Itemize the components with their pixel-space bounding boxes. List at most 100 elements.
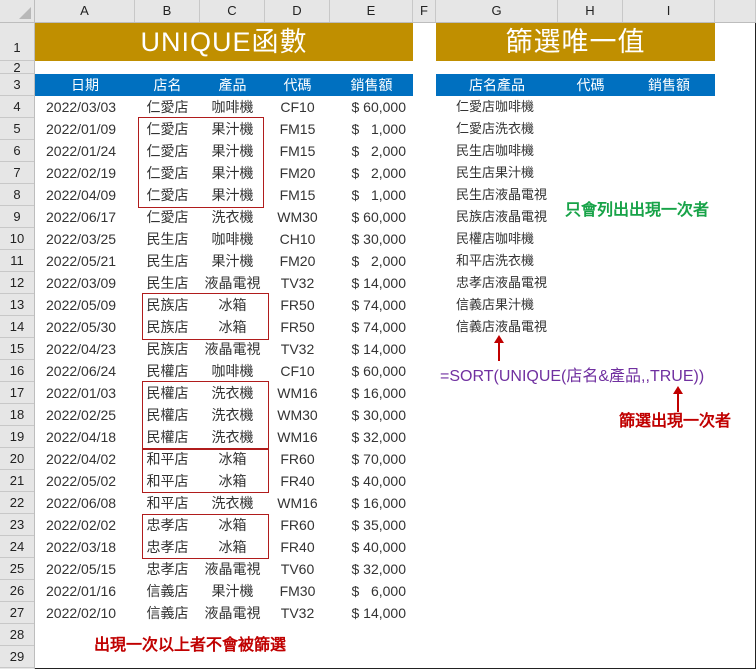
row-header-14[interactable]: 14 (0, 316, 34, 338)
date-cell[interactable]: 2022/03/25 (46, 228, 136, 250)
product-cell[interactable]: 液晶電視 (200, 602, 265, 624)
code-cell[interactable]: FM30 (265, 580, 330, 602)
code-cell[interactable]: FM15 (265, 140, 330, 162)
select-all-button[interactable] (0, 0, 35, 22)
date-cell[interactable]: 2022/01/24 (46, 140, 136, 162)
row-header-12[interactable]: 12 (0, 272, 34, 294)
store-cell[interactable]: 仁愛店 (135, 206, 200, 228)
code-cell[interactable]: WM16 (265, 382, 330, 404)
unique-item[interactable]: 民族店液晶電視 (456, 206, 547, 228)
column-header-D[interactable]: D (265, 0, 330, 22)
column-header-I[interactable]: I (623, 0, 715, 22)
date-cell[interactable]: 2022/04/09 (46, 184, 136, 206)
row-header-17[interactable]: 17 (0, 382, 34, 404)
product-cell[interactable]: 洗衣機 (200, 492, 265, 514)
store-cell[interactable]: 民生店 (135, 228, 200, 250)
date-cell[interactable]: 2022/02/02 (46, 514, 136, 536)
row-header-20[interactable]: 20 (0, 448, 34, 470)
code-cell[interactable]: WM16 (265, 426, 330, 448)
sales-cell[interactable]: $ 40,000 (330, 536, 407, 558)
product-cell[interactable]: 咖啡機 (200, 360, 265, 382)
sales-cell[interactable]: $ 14,000 (330, 272, 407, 294)
column-header-B[interactable]: B (135, 0, 200, 22)
product-cell[interactable]: 液晶電視 (200, 558, 265, 580)
row-header-27[interactable]: 27 (0, 602, 34, 624)
row-header-1[interactable]: 1 (0, 23, 34, 61)
row-header-29[interactable]: 29 (0, 646, 34, 668)
code-cell[interactable]: CF10 (265, 360, 330, 382)
row-header-10[interactable]: 10 (0, 228, 34, 250)
sales-cell[interactable]: $ 30,000 (330, 404, 407, 426)
sales-cell[interactable]: $ 60,000 (330, 206, 407, 228)
code-cell[interactable]: FR50 (265, 294, 330, 316)
date-cell[interactable]: 2022/02/10 (46, 602, 136, 624)
date-cell[interactable]: 2022/02/25 (46, 404, 136, 426)
sales-cell[interactable]: $ 6,000 (330, 580, 407, 602)
sales-cell[interactable]: $ 1,000 (330, 118, 407, 140)
store-cell[interactable]: 仁愛店 (135, 96, 200, 118)
date-cell[interactable]: 2022/03/03 (46, 96, 136, 118)
code-cell[interactable]: CF10 (265, 96, 330, 118)
unique-item[interactable]: 民生店液晶電視 (456, 184, 547, 206)
sales-cell[interactable]: $ 35,000 (330, 514, 407, 536)
row-header-8[interactable]: 8 (0, 184, 34, 206)
sales-cell[interactable]: $ 2,000 (330, 162, 407, 184)
date-cell[interactable]: 2022/02/19 (46, 162, 136, 184)
sales-cell[interactable]: $ 74,000 (330, 294, 407, 316)
row-header-2[interactable]: 2 (0, 61, 34, 74)
date-cell[interactable]: 2022/05/30 (46, 316, 136, 338)
row-header-5[interactable]: 5 (0, 118, 34, 140)
date-cell[interactable]: 2022/05/02 (46, 470, 136, 492)
row-header-19[interactable]: 19 (0, 426, 34, 448)
date-cell[interactable]: 2022/06/08 (46, 492, 136, 514)
date-cell[interactable]: 2022/01/09 (46, 118, 136, 140)
product-cell[interactable]: 咖啡機 (200, 228, 265, 250)
code-cell[interactable]: WM16 (265, 492, 330, 514)
sales-cell[interactable]: $ 32,000 (330, 558, 407, 580)
store-cell[interactable]: 和平店 (135, 492, 200, 514)
row-header-22[interactable]: 22 (0, 492, 34, 514)
row-header-15[interactable]: 15 (0, 338, 34, 360)
sales-cell[interactable]: $ 14,000 (330, 602, 407, 624)
unique-item[interactable]: 仁愛店咖啡機 (456, 96, 534, 118)
sales-cell[interactable]: $ 14,000 (330, 338, 407, 360)
sales-cell[interactable]: $ 2,000 (330, 250, 407, 272)
row-header-28[interactable]: 28 (0, 624, 34, 646)
store-cell[interactable]: 信義店 (135, 602, 200, 624)
column-header-F[interactable]: F (413, 0, 436, 22)
store-cell[interactable]: 信義店 (135, 580, 200, 602)
product-cell[interactable]: 果汁機 (200, 580, 265, 602)
product-cell[interactable]: 果汁機 (200, 250, 265, 272)
product-cell[interactable]: 洗衣機 (200, 206, 265, 228)
column-header-G[interactable]: G (436, 0, 558, 22)
code-cell[interactable]: WM30 (265, 206, 330, 228)
unique-item[interactable]: 民生店咖啡機 (456, 140, 534, 162)
code-cell[interactable]: FR40 (265, 536, 330, 558)
row-header-23[interactable]: 23 (0, 514, 34, 536)
date-cell[interactable]: 2022/06/17 (46, 206, 136, 228)
code-cell[interactable]: TV32 (265, 338, 330, 360)
column-header-E[interactable]: E (330, 0, 413, 22)
date-cell[interactable]: 2022/03/09 (46, 272, 136, 294)
code-cell[interactable]: FM15 (265, 118, 330, 140)
column-header-A[interactable]: A (35, 0, 135, 22)
code-cell[interactable]: FR60 (265, 448, 330, 470)
row-header-16[interactable]: 16 (0, 360, 34, 382)
sales-cell[interactable]: $ 16,000 (330, 382, 407, 404)
store-cell[interactable]: 民生店 (135, 272, 200, 294)
row-header-13[interactable]: 13 (0, 294, 34, 316)
code-cell[interactable]: FM20 (265, 162, 330, 184)
unique-item[interactable]: 民生店果汁機 (456, 162, 534, 184)
product-cell[interactable]: 液晶電視 (200, 338, 265, 360)
row-header-7[interactable]: 7 (0, 162, 34, 184)
sales-cell[interactable]: $ 60,000 (330, 360, 407, 382)
code-cell[interactable]: FM15 (265, 184, 330, 206)
product-cell[interactable]: 液晶電視 (200, 272, 265, 294)
code-cell[interactable]: FR60 (265, 514, 330, 536)
store-cell[interactable]: 民生店 (135, 250, 200, 272)
code-cell[interactable]: TV32 (265, 272, 330, 294)
date-cell[interactable]: 2022/03/18 (46, 536, 136, 558)
date-cell[interactable]: 2022/04/23 (46, 338, 136, 360)
date-cell[interactable]: 2022/06/24 (46, 360, 136, 382)
code-cell[interactable]: CH10 (265, 228, 330, 250)
